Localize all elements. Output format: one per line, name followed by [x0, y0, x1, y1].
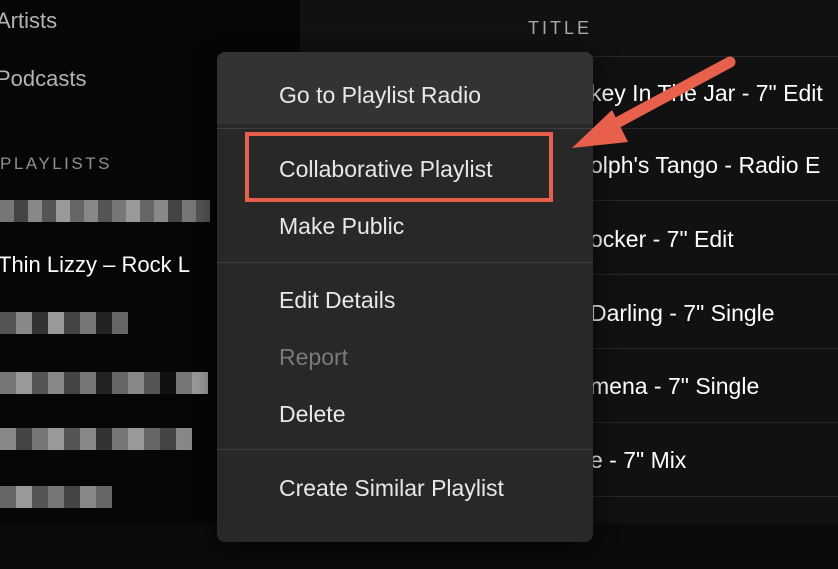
track-title: mena - 7" Single: [590, 373, 760, 399]
menu-item-report: Report: [279, 344, 349, 370]
menu-item-create-similar-playlist[interactable]: Create Similar Playlist: [279, 475, 504, 502]
annotation-highlight-box: [245, 132, 553, 202]
nav-item-artists[interactable]: Artists: [0, 8, 57, 34]
playlists-section-label: PLAYLISTS: [0, 154, 112, 173]
menu-divider: [217, 262, 593, 263]
track-row[interactable]: [560, 496, 838, 569]
title-column-header[interactable]: TITLE: [528, 18, 592, 39]
playlist-item-blurred[interactable]: [0, 312, 128, 334]
playlist-item-blurred[interactable]: [0, 200, 210, 222]
playlist-item-blurred[interactable]: [0, 486, 112, 508]
playlist-context-menu: Go to Playlist Radio Collaborative Playl…: [217, 52, 593, 542]
playlist-item[interactable]: Thin Lizzy – Rock L: [0, 252, 190, 278]
menu-item-make-public[interactable]: Make Public: [279, 213, 404, 240]
track-title: ocker - 7" Edit: [590, 226, 734, 252]
menu-item-go-to-playlist-radio[interactable]: Go to Playlist Radio: [279, 82, 481, 109]
nav-item-podcasts[interactable]: Podcasts: [0, 66, 87, 92]
annotation-arrow-icon: [572, 56, 736, 148]
menu-item-delete[interactable]: Delete: [279, 401, 345, 428]
track-title: Darling - 7" Single: [590, 300, 775, 326]
playlist-item-blurred[interactable]: [0, 372, 208, 394]
track-title: e - 7" Mix: [590, 447, 687, 473]
menu-divider: [217, 449, 593, 450]
menu-divider: [217, 128, 593, 129]
menu-item-edit-details[interactable]: Edit Details: [279, 287, 395, 314]
playlist-item-blurred[interactable]: [0, 428, 192, 450]
